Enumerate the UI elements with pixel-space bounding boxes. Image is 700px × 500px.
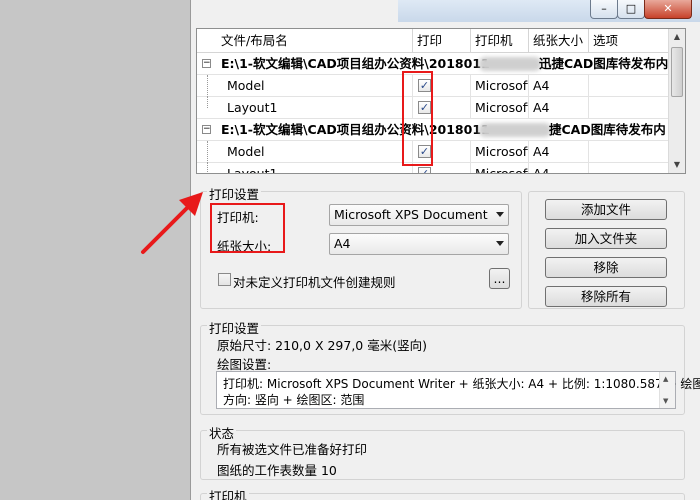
group-path-suffix: 迅捷CAD图库待发布内 <box>539 56 669 71</box>
blurred-region <box>479 57 541 71</box>
textbox-scrollbar[interactable]: ▲ ▼ <box>659 372 675 408</box>
options-cell[interactable] <box>589 97 669 119</box>
plot-settings-line: 方向: 竖向 + 绘图区: 范围 <box>223 393 365 407</box>
annotation-box-labels <box>210 203 285 253</box>
printer-cell: Microsoft <box>471 141 529 163</box>
list-group-row[interactable]: − E:\1-软文编辑\CAD项目组办公资料\20180117 捷CAD图库待发… <box>197 119 669 141</box>
list-header: 文件/布局名 打印 打印机 纸张大小 选项 <box>197 29 669 53</box>
printer-cell: Microsoft <box>471 97 529 119</box>
group-path: E:\1-软文编辑\CAD项目组办公资料\20180117 <box>221 56 489 71</box>
paper-size-value: A4 <box>334 236 351 251</box>
maximize-button[interactable]: □ <box>617 0 645 19</box>
scroll-up-icon[interactable]: ▲ <box>663 375 668 383</box>
tree-line <box>207 97 208 108</box>
file-list[interactable]: 文件/布局名 打印 打印机 纸张大小 选项 − E:\1-软文编辑\CAD项目组… <box>196 28 686 174</box>
browse-button[interactable]: ... <box>489 268 510 289</box>
tree-line <box>207 141 208 163</box>
plot-settings-textbox[interactable]: 打印机: Microsoft XPS Document Writer + 纸张大… <box>216 371 700 409</box>
printer-dropdown[interactable]: Microsoft XPS Document Writ <box>329 204 509 226</box>
annotation-box-print-column <box>402 71 433 166</box>
col-header-print[interactable]: 打印 <box>413 29 471 53</box>
col-header-printer[interactable]: 打印机 <box>471 29 529 53</box>
print-settings-title: 打印设置 <box>207 184 262 203</box>
minimize-button[interactable]: – <box>590 0 618 19</box>
layout-name: Layout1 <box>223 97 413 119</box>
status-ready-text: 所有被选文件已准备好打印 <box>217 442 368 457</box>
create-rule-label: 对未定义打印机文件创建规则 <box>233 275 396 290</box>
printer-cell: Microsoft <box>471 163 529 173</box>
col-header-options[interactable]: 选项 <box>589 29 669 53</box>
print-checkbox[interactable]: ✓ <box>418 167 431 173</box>
tree-line <box>207 75 208 97</box>
printer-section-title: 打印机 <box>207 486 249 500</box>
scroll-down-icon[interactable]: ▼ <box>669 157 685 173</box>
paper-cell: A4 <box>529 75 589 97</box>
paper-size-dropdown[interactable]: A4 <box>329 233 509 255</box>
paper-cell: A4 <box>529 97 589 119</box>
group-path-suffix: 捷CAD图库待发布内 <box>549 122 666 137</box>
col-header-file[interactable]: 文件/布局名 <box>197 29 413 53</box>
layout-name: Layout1 <box>223 163 413 173</box>
group-path: E:\1-软文编辑\CAD项目组办公资料\20180117 <box>221 122 489 137</box>
add-file-button[interactable]: 添加文件 <box>545 199 667 220</box>
remove-button[interactable]: 移除 <box>545 257 667 278</box>
chevron-down-icon <box>496 212 504 217</box>
paper-cell: A4 <box>529 163 589 173</box>
chevron-down-icon <box>496 241 504 246</box>
tree-line <box>207 163 208 173</box>
scroll-up-icon[interactable]: ▲ <box>669 29 685 45</box>
scroll-thumb[interactable] <box>671 47 683 97</box>
layout-name: Model <box>223 141 413 163</box>
list-scrollbar[interactable]: ▲ ▼ <box>668 29 685 173</box>
printer-group <box>200 493 685 500</box>
close-button[interactable]: ✕ <box>644 0 692 19</box>
options-cell[interactable] <box>589 141 669 163</box>
layout-name: Model <box>223 75 413 97</box>
printer-cell: Microsoft <box>471 75 529 97</box>
create-rule-checkbox[interactable] <box>218 273 231 286</box>
original-size-text: 原始尺寸: 210,0 X 297,0 毫米(竖向) <box>217 338 427 353</box>
collapse-icon[interactable]: − <box>202 125 211 134</box>
col-header-paper[interactable]: 纸张大小 <box>529 29 589 53</box>
remove-all-button[interactable]: 移除所有 <box>545 286 667 307</box>
list-item[interactable]: Model ✓ Microsoft A4 <box>197 75 669 97</box>
paper-cell: A4 <box>529 141 589 163</box>
sheet-count-text: 图纸的工作表数量 10 <box>217 463 337 478</box>
scroll-down-icon[interactable]: ▼ <box>663 397 668 405</box>
printer-value: Microsoft XPS Document Writ <box>334 207 490 222</box>
add-folder-button[interactable]: 加入文件夹 <box>545 228 667 249</box>
list-group-row[interactable]: − E:\1-软文编辑\CAD项目组办公资料\20180117 迅捷CAD图库待… <box>197 53 669 75</box>
list-item[interactable]: Model ✓ Microsoft A4 <box>197 141 669 163</box>
list-item[interactable]: Layout1 ✓ Microsoft A4 <box>197 97 669 119</box>
collapse-icon[interactable]: − <box>202 59 211 68</box>
plot-settings-line: 打印机: Microsoft XPS Document Writer + 纸张大… <box>223 377 700 391</box>
annotation-arrow-icon <box>141 192 203 254</box>
options-cell[interactable] <box>589 163 669 173</box>
list-item[interactable]: Layout1 ✓ Microsoft A4 <box>197 163 669 173</box>
options-cell[interactable] <box>589 75 669 97</box>
blurred-region <box>479 123 551 137</box>
